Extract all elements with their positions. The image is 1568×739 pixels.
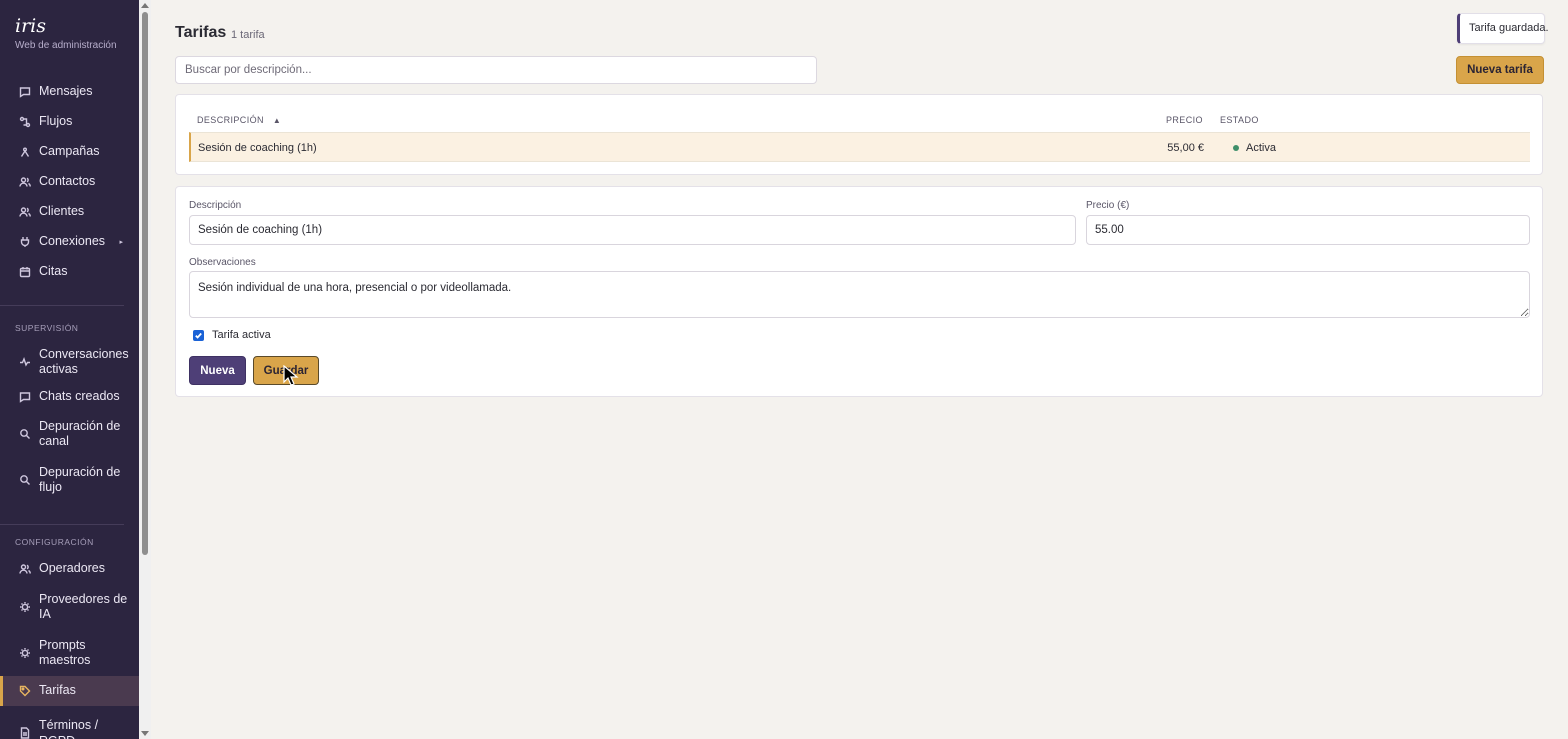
megaphone-icon (18, 146, 31, 159)
column-header-status: ESTADO (1220, 115, 1259, 125)
description-field[interactable] (189, 215, 1076, 245)
scrollbar-thumb[interactable] (142, 12, 148, 555)
sidebar-item-label: Citas (39, 264, 68, 279)
column-header-price: PRECIO (1166, 115, 1203, 125)
column-header-label: DESCRIPCIÓN (197, 115, 264, 125)
sidebar-item-label: Proveedores de IA (39, 591, 128, 622)
sidebar-item-label: Prompts maestros (39, 637, 91, 668)
sidebar-item-label: Flujos (39, 114, 73, 129)
sidebar-item-campanas[interactable]: Campañas (0, 137, 139, 167)
message-icon (18, 86, 31, 99)
rates-table: DESCRIPCIÓN ▲ PRECIO ESTADO Sesión de co… (175, 94, 1543, 175)
sidebar-item-chats-creados[interactable]: Chats creados (0, 385, 139, 408)
scroll-up-arrow-icon[interactable] (141, 3, 149, 8)
main-content: Tarifas 1 tarifa Tarifa guardada. Nueva … (151, 0, 1568, 739)
new-rate-button[interactable]: Nueva tarifa (1456, 56, 1544, 84)
plug-icon (18, 236, 31, 249)
active-checkbox[interactable] (193, 330, 204, 341)
status-dot (1233, 145, 1239, 151)
sidebar-item-label: Depuración de canal (39, 418, 121, 449)
calendar-icon (18, 266, 31, 279)
mouse-pointer-icon (283, 365, 299, 386)
sidebar-item-terminos-rgpd[interactable]: Términos / RGPD (0, 710, 139, 739)
chip-icon (18, 601, 31, 614)
sidebar-item-tarifas[interactable]: Tarifas (0, 676, 139, 706)
section-title-configuracion: CONFIGURACIÓN (15, 537, 94, 547)
sidebar-item-contactos[interactable]: Contactos (0, 167, 139, 197)
sidebar-item-label: Chats creados (39, 388, 120, 403)
clients-icon (18, 206, 31, 219)
notes-textarea[interactable]: Sesión individual de una hora, presencia… (189, 271, 1530, 318)
cell-status: Activa (1233, 142, 1276, 154)
search-icon (18, 428, 31, 441)
sidebar-main-nav: Mensajes Flujos Campañas Contactos Clien… (0, 77, 139, 287)
sidebar-item-label: Conexiones (39, 234, 106, 249)
status-label: Activa (1246, 142, 1276, 154)
sidebar-item-operadores[interactable]: Operadores (0, 557, 139, 581)
sidebar-item-conversaciones-activas[interactable]: Conversaciones activas (0, 343, 139, 381)
brand: iris Web de administración (0, 0, 139, 51)
chip-icon (18, 647, 31, 660)
new-button[interactable]: Nueva (189, 356, 246, 385)
table-row[interactable]: Sesión de coaching (1h) 55,00 € Activa (189, 132, 1530, 162)
search-input[interactable] (175, 56, 817, 84)
sidebar-divider (0, 524, 124, 525)
brand-name: iris (15, 15, 46, 37)
activity-icon (18, 356, 31, 369)
sidebar-item-mensajes[interactable]: Mensajes (0, 77, 139, 107)
sidebar-item-label: Operadores (39, 561, 106, 576)
rate-form: Descripción Precio (€) Observaciones Ses… (175, 186, 1543, 397)
sidebar-item-label: Depuración de flujo (39, 464, 121, 495)
sidebar-item-citas[interactable]: Citas (0, 257, 139, 287)
sidebar-item-label: Campañas (39, 144, 100, 159)
tag-icon (18, 685, 31, 698)
search-icon (18, 474, 31, 487)
cell-price: 55,00 € (1167, 142, 1204, 154)
operators-icon (18, 563, 31, 576)
sidebar-item-proveedores-ia[interactable]: Proveedores de IA (0, 588, 139, 626)
sidebar-item-label: Conversaciones activas (39, 346, 129, 377)
sidebar-scrollbar[interactable] (139, 0, 151, 739)
price-field[interactable] (1086, 215, 1530, 245)
sidebar-item-prompts-maestros[interactable]: Prompts maestros (0, 634, 139, 672)
sidebar: iris Web de administración Mensajes Fluj… (0, 0, 139, 739)
expand-caret-icon: ▸ (119, 239, 123, 246)
sidebar-item-depuracion-flujo[interactable]: Depuración de flujo (0, 461, 139, 499)
sidebar-item-label: Contactos (39, 174, 96, 189)
sidebar-divider (0, 305, 124, 306)
sort-ascending-icon: ▲ (272, 116, 282, 125)
sidebar-item-clientes[interactable]: Clientes (0, 197, 139, 227)
price-label: Precio (€) (1086, 200, 1130, 211)
column-header-description[interactable]: DESCRIPCIÓN ▲ (197, 115, 281, 125)
sidebar-item-label: Mensajes (39, 84, 93, 99)
sidebar-item-label: Términos / RGPD (39, 718, 99, 739)
document-icon (18, 726, 31, 739)
record-count: 1 tarifa (231, 29, 265, 41)
sidebar-item-label: Tarifas (39, 683, 76, 698)
section-title-supervision: SUPERVISIÓN (15, 323, 79, 333)
contacts-icon (18, 176, 31, 189)
active-checkbox-label[interactable]: Tarifa activa (212, 329, 271, 341)
sidebar-item-conexiones[interactable]: Conexiones ▸ (0, 227, 139, 257)
sidebar-config-nav: Operadores Proveedores de IA Prompts mae… (0, 557, 139, 739)
chat-icon (18, 390, 31, 403)
sidebar-supervision-nav: Conversaciones activas Chats creados Dep… (0, 343, 139, 499)
description-label: Descripción (189, 200, 242, 211)
sidebar-item-depuracion-canal[interactable]: Depuración de canal (0, 415, 139, 453)
cell-description: Sesión de coaching (1h) (198, 142, 317, 154)
brand-subtitle: Web de administración (15, 40, 117, 51)
toast-notification: Tarifa guardada. (1457, 13, 1549, 44)
notes-label: Observaciones (189, 257, 256, 268)
sidebar-item-flujos[interactable]: Flujos (0, 107, 139, 137)
scroll-down-arrow-icon[interactable] (141, 731, 149, 736)
sidebar-item-label: Clientes (39, 204, 85, 219)
checkmark-icon (195, 332, 202, 339)
flow-icon (18, 116, 31, 129)
page-title: Tarifas (175, 24, 227, 41)
